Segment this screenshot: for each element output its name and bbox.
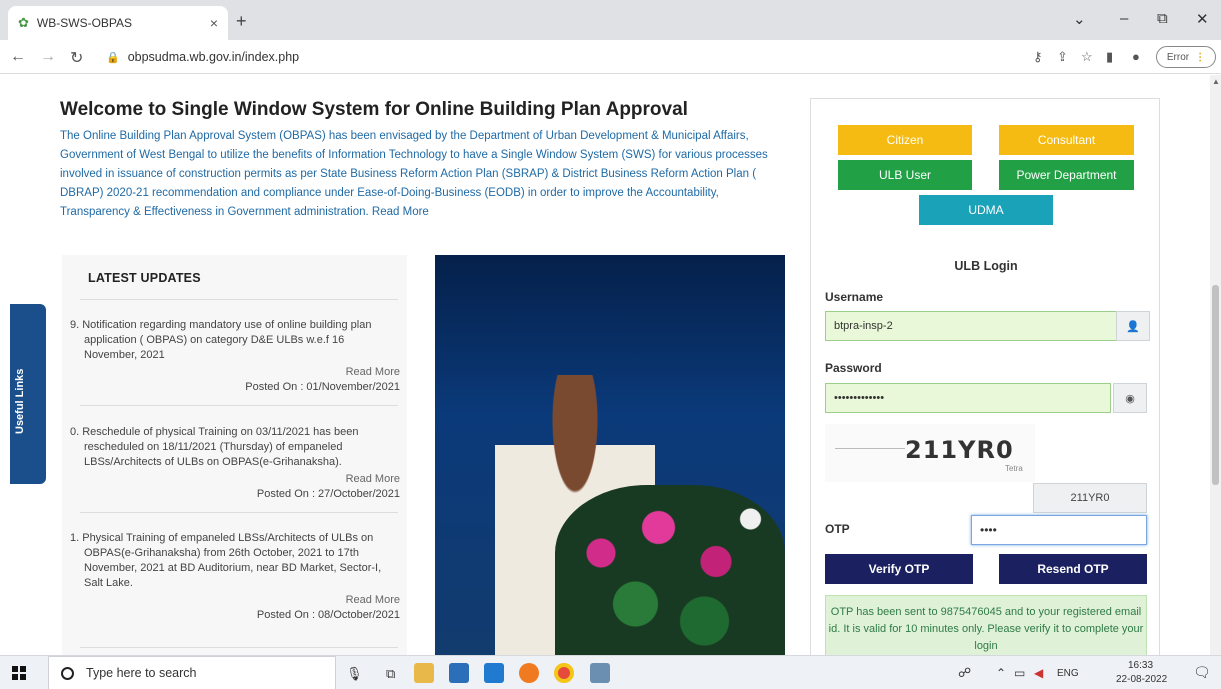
tab-search-dropdown-icon[interactable]: ⌄ <box>1073 10 1086 28</box>
otp-sent-message: OTP has been sent to 9875476045 and to y… <box>825 595 1147 655</box>
eye-icon[interactable]: ◉ <box>1113 383 1147 413</box>
volume-icon[interactable]: ◀ <box>1034 666 1043 680</box>
minimize-button[interactable]: – <box>1120 10 1128 27</box>
captcha-mark: Tetra <box>1005 464 1023 473</box>
resend-otp-button[interactable]: Resend OTP <box>999 554 1147 584</box>
useful-links-tab[interactable]: Useful Links <box>10 304 46 484</box>
divider <box>80 405 398 406</box>
app-icon[interactable] <box>590 663 610 683</box>
read-more-link[interactable]: Read More <box>70 365 400 380</box>
user-icon: 👤 <box>1116 311 1150 341</box>
browser-tab-bar: ✿ WB-SWS-OBPAS × + ⌄ – ⧉ ✕ <box>0 0 1221 40</box>
error-label: Error <box>1166 51 1190 63</box>
consultant-button[interactable]: Consultant <box>999 125 1134 155</box>
login-panel: Citizen Consultant ULB User Power Depart… <box>810 98 1160 655</box>
page-scrollbar[interactable]: ▲ <box>1210 75 1221 655</box>
reload-icon[interactable]: ↻ <box>70 48 83 68</box>
username-field[interactable]: btpra-insp-2 <box>825 311 1117 341</box>
latest-updates-panel: LATEST UPDATES 9. Notification regarding… <box>62 255 407 655</box>
divider <box>80 299 398 300</box>
page-content: Welcome to Single Window System for Onli… <box>0 75 1210 655</box>
read-more-link[interactable]: Read More <box>70 593 400 608</box>
people-icon[interactable]: ☍ <box>958 665 971 681</box>
page-title: Welcome to Single Window System for Onli… <box>60 99 688 120</box>
captcha-image: 211YR0 Tetra <box>825 424 1035 482</box>
posted-date: Posted On : 08/October/2021 <box>256 609 400 621</box>
update-text: 0. Reschedule of physical Training on 03… <box>70 426 359 468</box>
update-text: 9. Notification regarding mandatory use … <box>70 319 372 361</box>
firefox-icon[interactable] <box>519 663 539 683</box>
lock-icon: 🔒 <box>106 51 120 64</box>
scroll-up-icon[interactable]: ▲ <box>1212 77 1220 86</box>
login-heading: ULB Login <box>954 259 1018 273</box>
share-icon[interactable]: ⇪ <box>1057 49 1068 65</box>
list-item: 1. Physical Training of empaneled LBSs/A… <box>70 531 400 623</box>
posted-date: Posted On : 27/October/2021 <box>256 488 400 500</box>
restore-button[interactable]: ⧉ <box>1157 10 1168 27</box>
store-icon[interactable] <box>449 663 469 683</box>
divider <box>80 647 398 648</box>
latest-updates-heading: LATEST UPDATES <box>88 271 201 285</box>
posted-date: Posted On : 01/November/2021 <box>245 381 400 393</box>
hero-photo <box>435 255 785 655</box>
captcha-text: 211YR0 <box>905 436 1014 464</box>
cortana-icon <box>61 666 74 680</box>
otp-label: OTP <box>825 522 850 536</box>
mail-icon[interactable] <box>484 663 504 683</box>
captcha-noise <box>835 448 905 449</box>
site-favicon-icon: ✿ <box>18 15 29 30</box>
sidebar-icon[interactable]: ▮ <box>1106 49 1113 65</box>
file-explorer-icon[interactable] <box>414 663 434 683</box>
update-text: 1. Physical Training of empaneled LBSs/A… <box>70 532 382 589</box>
browser-toolbar: ← → ↻ 🔒 obpsudma.wb.gov.in/index.php ⚷ ⇪… <box>0 40 1221 74</box>
intro-paragraph: The Online Building Plan Approval System… <box>60 130 768 218</box>
scrollbar-thumb[interactable] <box>1212 285 1219 485</box>
username-label: Username <box>825 290 884 304</box>
star-icon[interactable]: ☆ <box>1081 49 1093 65</box>
captcha-value-field[interactable]: 211YR0 <box>1033 483 1147 513</box>
taskbar: Type here to search 🎙 ⧉ ☍ ⌃ ▭ ◀ ENG 16:3… <box>0 655 1221 689</box>
verify-otp-button[interactable]: Verify OTP <box>825 554 973 584</box>
photo-flowers <box>555 485 785 655</box>
microphone-icon[interactable]: 🎙 <box>346 666 363 682</box>
clock-time[interactable]: 16:33 <box>1128 660 1153 671</box>
list-item: 9. Notification regarding mandatory use … <box>70 318 400 395</box>
tab-title: WB-SWS-OBPAS <box>36 16 133 30</box>
error-button[interactable]: Error ⋮ <box>1156 46 1216 68</box>
windows-start-icon[interactable] <box>12 666 26 680</box>
task-view-icon[interactable]: ⧉ <box>386 666 395 682</box>
taskbar-search-input[interactable]: Type here to search <box>48 656 336 689</box>
notifications-icon[interactable]: 🗨 <box>1193 664 1211 681</box>
useful-links-label: Useful Links <box>14 368 26 434</box>
citizen-button[interactable]: Citizen <box>838 125 972 155</box>
menu-dots-icon: ⋮ <box>1195 51 1206 63</box>
key-icon[interactable]: ⚷ <box>1033 49 1043 65</box>
tray-chevron-icon[interactable]: ⌃ <box>996 666 1006 680</box>
tab-close-icon[interactable]: × <box>210 15 218 31</box>
udma-button[interactable]: UDMA <box>919 195 1053 225</box>
chrome-icon[interactable] <box>554 663 574 683</box>
forward-arrow-icon[interactable]: → <box>40 48 56 66</box>
back-arrow-icon[interactable]: ← <box>10 48 26 66</box>
language-indicator[interactable]: ENG <box>1057 668 1079 679</box>
password-label: Password <box>825 361 882 375</box>
address-bar[interactable]: 🔒 obpsudma.wb.gov.in/index.php <box>106 45 1006 69</box>
clock-date[interactable]: 22-08-2022 <box>1116 674 1167 685</box>
otp-input[interactable]: •••• <box>971 515 1147 545</box>
close-window-button[interactable]: ✕ <box>1196 10 1209 28</box>
password-field[interactable]: ••••••••••••• <box>825 383 1111 413</box>
list-item: 0. Reschedule of physical Training on 03… <box>70 425 400 502</box>
divider <box>80 512 398 513</box>
browser-tab[interactable]: ✿ WB-SWS-OBPAS × <box>8 6 228 40</box>
search-placeholder: Type here to search <box>86 666 197 680</box>
profile-icon[interactable]: ● <box>1132 49 1140 64</box>
network-icon[interactable]: ▭ <box>1014 666 1025 680</box>
ulb-user-button[interactable]: ULB User <box>838 160 972 190</box>
power-department-button[interactable]: Power Department <box>999 160 1134 190</box>
url-text: obpsudma.wb.gov.in/index.php <box>127 50 300 64</box>
read-more-link[interactable]: Read More <box>70 472 400 487</box>
new-tab-button[interactable]: + <box>236 11 247 32</box>
